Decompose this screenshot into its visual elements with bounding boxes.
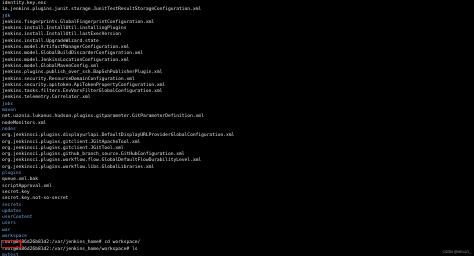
line-text: jenkins.security.apitoken.ApiTokenProper…	[2, 82, 166, 88]
line-text: userContent	[2, 215, 33, 221]
line-text: org.jenkinsci.plugins.displayurlapi.Defa…	[2, 133, 235, 139]
line-text: plugins	[2, 171, 22, 177]
line-text: jenkins.install.InstallUtil.installingPl…	[2, 26, 127, 32]
line-text: jenkins.security.ResourceDomainConfigura…	[2, 76, 135, 82]
line-text: secret.key.not-so-secret	[2, 196, 69, 202]
line-text: jobs	[2, 101, 14, 107]
line-text: jenkins.model.JenkinsLocationConfigurati…	[2, 57, 130, 63]
line-text: identity.key.enc	[2, 1, 47, 6]
line-text: jenkins.tasks.filters.EnvVarsFilterGloba…	[2, 89, 163, 95]
line-text: workspace	[2, 233, 27, 239]
line-text: jdk	[2, 13, 11, 19]
highlight-box	[1, 240, 21, 248]
line-text: users	[2, 221, 16, 227]
line-text: org.jenkinsci.plugins.gitclient.JGitApac…	[2, 139, 141, 145]
line-text: jenkins.fingerprints.GlobalFingerprintCo…	[2, 19, 155, 25]
line-text: root@8486d26b81d2:/var/jenkins_home# cd …	[2, 240, 141, 246]
line-text: nodeMonitors.xml	[2, 120, 47, 126]
line-text: io.jenkins.plugins.junit.storage.JunitTe…	[2, 7, 202, 13]
line-text: net.uaznia.lukanus.hudson.plugins.gitpar…	[2, 114, 204, 120]
line-text: org.jenkinsci.plugins.workflow.libs.Glob…	[2, 164, 155, 170]
line-text: jenkins.model.ArtifactManagerConfigurati…	[2, 45, 130, 51]
line-text: jenkins.install.InstallUtil.lastExecVers…	[2, 32, 121, 38]
line-text: nodes	[2, 126, 16, 132]
line-text: war	[2, 227, 11, 233]
line-text: jenkins.telemetry.Correlator.xml	[2, 95, 91, 101]
terminal-window[interactable]: identity.key.enc io.jenkins.plugins.junit…	[0, 0, 474, 256]
line-text: updates	[2, 208, 22, 214]
line-text: jenkins.plugins.publish_over_ssh.BapSshP…	[2, 70, 163, 76]
line-text: org.jenkinsci.plugins.github_branch_sour…	[2, 152, 185, 158]
line-text: queue.xml.bak	[2, 177, 38, 183]
line-text: maven	[2, 108, 16, 114]
line-text: scriptApproval.xml	[2, 183, 52, 189]
watermark: CSDN @HELLO_	[442, 249, 471, 254]
line-text: jenkins.model.GlobalBuildDiscarderConfig…	[2, 51, 144, 57]
line-text: org.jenkinsci.plugins.workflow.flow.Glob…	[2, 158, 202, 164]
line-text: secret.key	[2, 189, 30, 195]
terminal-output: identity.key.enc io.jenkins.plugins.junit…	[2, 1, 474, 256]
line-text: org.jenkinsci.plugins.gitclient.JGitTool…	[2, 145, 124, 151]
line-text: jenkins.model.GlobalMavenConfig.xml	[2, 63, 99, 69]
line-text: root@8486d26b81d2:/var/jenkins_home/work…	[2, 246, 138, 252]
line-text: jenkins.install.UpgradeWizard.state	[2, 38, 99, 44]
line-text: secrets	[2, 202, 22, 208]
